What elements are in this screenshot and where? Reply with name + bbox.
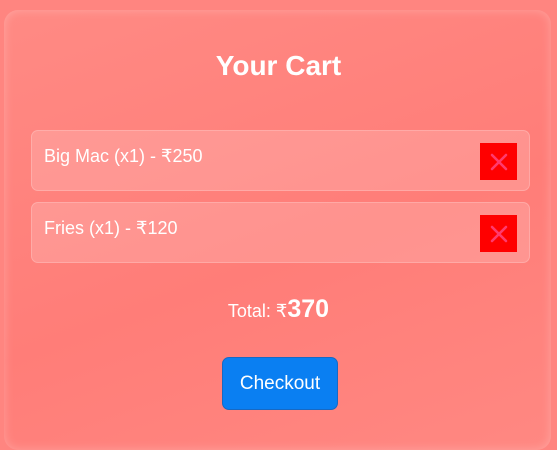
close-icon — [490, 153, 507, 170]
cart-item-label: Fries (x1) - ₹120 — [44, 218, 178, 238]
cart-item: Big Mac (x1) - ₹250 — [31, 130, 530, 191]
cart-title: Your Cart — [215, 50, 342, 81]
cart-item: Fries (x1) - ₹120 — [31, 202, 530, 263]
remove-item-button[interactable] — [480, 143, 517, 180]
total-amount: 370 — [287, 295, 330, 323]
cart-total: Total: ₹370 — [0, 293, 557, 327]
close-icon — [490, 225, 507, 242]
remove-item-button[interactable] — [480, 215, 517, 252]
checkout-button[interactable]: Checkout — [222, 357, 338, 410]
total-label: Total: ₹ — [227, 301, 288, 321]
cart-item-label: Big Mac (x1) - ₹250 — [44, 146, 203, 166]
